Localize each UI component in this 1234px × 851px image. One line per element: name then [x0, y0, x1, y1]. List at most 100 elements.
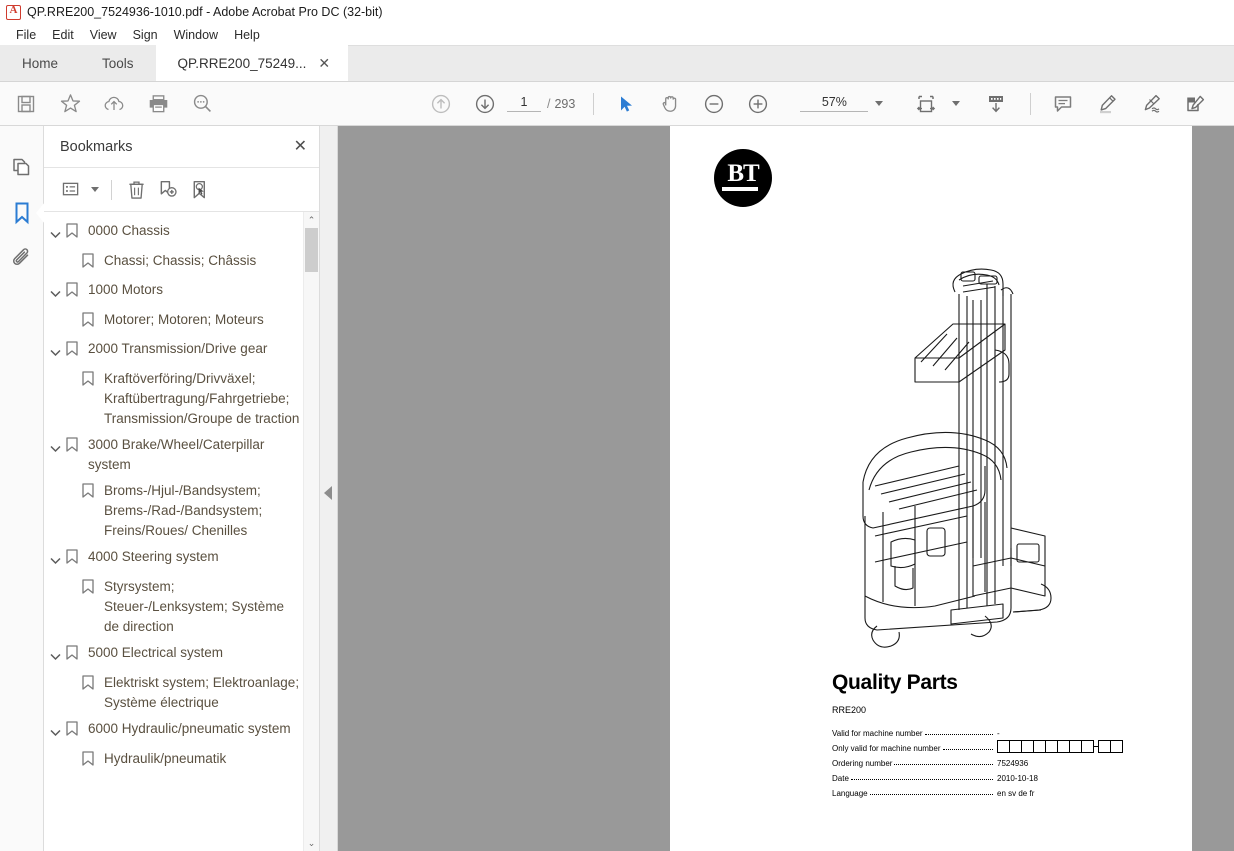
bookmark-icon [66, 547, 88, 570]
leader-dots [869, 794, 993, 795]
hand-tool-button[interactable] [648, 84, 692, 124]
machine-number-box[interactable] [1110, 740, 1123, 753]
panel-splitter[interactable] [320, 126, 338, 851]
bookmarks-list[interactable]: 0000 Chassis Chassi; Chassis; Châssis 1000… [44, 212, 319, 851]
sign-icon [1145, 94, 1161, 113]
trash-icon [128, 180, 144, 199]
document-viewer[interactable]: BT Quality Parts RRE200 Valid for machin… [338, 126, 1234, 851]
bookmark-item[interactable]: 5000 Electrical system [44, 640, 319, 670]
close-icon[interactable]: ✕ [316, 56, 332, 70]
save-button[interactable] [4, 84, 48, 124]
set-bookmark-destination-icon [193, 180, 205, 198]
star-icon [60, 94, 80, 113]
navigation-rail [0, 126, 45, 851]
zoom-out-button[interactable] [692, 84, 736, 124]
menu-file[interactable]: File [8, 26, 44, 44]
bookmark-label: 4000 Steering system [88, 549, 219, 564]
bookmark-item[interactable]: Hydraulik/pneumatik [44, 746, 319, 775]
hand-tool-icon [662, 95, 677, 112]
zoom-level-input[interactable]: 57% [800, 95, 869, 112]
rail-button-attachments[interactable] [0, 236, 44, 282]
bookmark-item[interactable]: 1000 Motors [44, 277, 319, 307]
attachments-icon [12, 248, 28, 265]
bookmark-item[interactable]: 0000 Chassis [44, 218, 319, 248]
highlight-button[interactable] [1085, 84, 1129, 124]
rail-button-thumbnails[interactable] [0, 144, 44, 190]
chevron-down-icon[interactable] [44, 643, 66, 667]
scroll-up-icon[interactable]: ⌃ [304, 212, 319, 228]
bookmark-item[interactable]: Broms-/Hjul-/Bandsystem; Brems-/Rad-/Ban… [44, 478, 319, 544]
scrollbar-thumb[interactable] [305, 228, 318, 272]
search-button[interactable] [180, 84, 224, 124]
document-field-row: Date 2010-10-18 [832, 768, 1122, 783]
scroll-mode-button[interactable] [974, 84, 1018, 124]
chevron-down-icon[interactable] [44, 547, 66, 571]
menu-sign[interactable]: Sign [125, 26, 166, 44]
bookmark-item[interactable]: Motorer; Motoren; Moteurs [44, 307, 319, 336]
bookmark-icon [82, 577, 104, 600]
window-title: QP.RRE200_7524936-1010.pdf - Adobe Acrob… [27, 5, 383, 19]
bookmark-options-button[interactable] [56, 175, 86, 205]
bookmarks-scrollbar[interactable]: ⌃ ⌄ [303, 212, 319, 851]
bookmark-item[interactable]: Chassi; Chassis; Châssis [44, 248, 319, 277]
bookmark-label: 1000 Motors [88, 282, 164, 297]
bookmark-item[interactable]: 2000 Transmission/Drive gear [44, 336, 319, 366]
bookmark-item[interactable]: 3000 Brake/Wheel/Caterpillar system [44, 432, 319, 478]
select-tool-button[interactable] [604, 84, 648, 124]
bookmark-icon [66, 643, 88, 666]
fit-page-button[interactable] [904, 84, 948, 124]
upload-to-cloud-button[interactable] [92, 84, 136, 124]
upload-to-cloud-icon [104, 96, 124, 110]
menu-help[interactable]: Help [226, 26, 268, 44]
zoom-in-button[interactable] [736, 84, 780, 124]
menu-edit[interactable]: Edit [44, 26, 82, 44]
chevron-down-icon[interactable] [44, 339, 66, 363]
tab-home[interactable]: Home [0, 45, 81, 81]
bookmark-label: 0000 Chassis [88, 223, 170, 238]
close-icon[interactable]: ✕ [294, 138, 307, 155]
page-number-input[interactable]: 1 [507, 95, 541, 112]
menu-window[interactable]: Window [166, 26, 226, 44]
bookmark-options-icon [62, 182, 78, 196]
chevron-down-icon[interactable] [44, 435, 66, 459]
next-page-button[interactable] [463, 84, 507, 124]
delete-bookmark-button[interactable] [121, 175, 151, 205]
document-field-label: Date [832, 774, 849, 783]
tab-tools[interactable]: Tools [80, 45, 156, 81]
bookmark-item[interactable]: Styrsystem; Steuer-/Lenksystem; Système … [44, 574, 319, 640]
menu-view[interactable]: View [82, 26, 125, 44]
bookmark-item[interactable]: Elektriskt system; Elektroanlage; Systèm… [44, 670, 319, 716]
bookmark-options-dropdown[interactable] [88, 187, 102, 192]
bookmark-item[interactable]: 6000 Hydraulic/pneumatic system [44, 716, 319, 746]
document-fields: Valid for machine number - Only valid for … [832, 723, 1123, 798]
chevron-down-icon[interactable] [44, 719, 66, 743]
chevron-down-icon[interactable] [44, 221, 66, 245]
highlight-icon [1100, 94, 1117, 113]
collapse-panel-icon[interactable] [324, 486, 332, 500]
page-scroll-icon [989, 95, 1004, 112]
zoom-dropdown-button[interactable] [868, 101, 890, 106]
page-title: Quality Parts [832, 671, 958, 694]
fill-and-sign-button[interactable] [1173, 84, 1217, 124]
rail-button-bookmarks[interactable] [0, 190, 45, 236]
set-bookmark-destination-button[interactable] [185, 175, 215, 205]
new-bookmark-button[interactable] [153, 175, 183, 205]
bookmark-item[interactable]: Kraftöverföring/Drivväxel; Kraftübertrag… [44, 366, 319, 432]
print-button[interactable] [136, 84, 180, 124]
sign-button[interactable] [1129, 84, 1173, 124]
bookmarks-panel-header: Bookmarks ✕ [44, 126, 319, 168]
add-to-favorites-button[interactable] [48, 84, 92, 124]
machine-number-boxes[interactable] [997, 740, 1123, 753]
chevron-down-icon[interactable] [44, 280, 66, 304]
scroll-down-icon[interactable]: ⌄ [304, 835, 319, 851]
pdf-page: BT Quality Parts RRE200 Valid for machin… [670, 126, 1192, 851]
previous-page-button[interactable] [419, 84, 463, 124]
fit-page-dropdown-button[interactable] [948, 101, 964, 106]
previous-page-icon [431, 94, 451, 113]
comment-button[interactable] [1041, 84, 1085, 124]
zoom-out-icon [705, 94, 724, 113]
tab-document[interactable]: QP.RRE200_75249... ✕ [155, 45, 349, 81]
bookmark-label: 2000 Transmission/Drive gear [88, 341, 268, 356]
bookmark-item[interactable]: 4000 Steering system [44, 544, 319, 574]
bookmarks-toolbar-divider [111, 179, 112, 200]
